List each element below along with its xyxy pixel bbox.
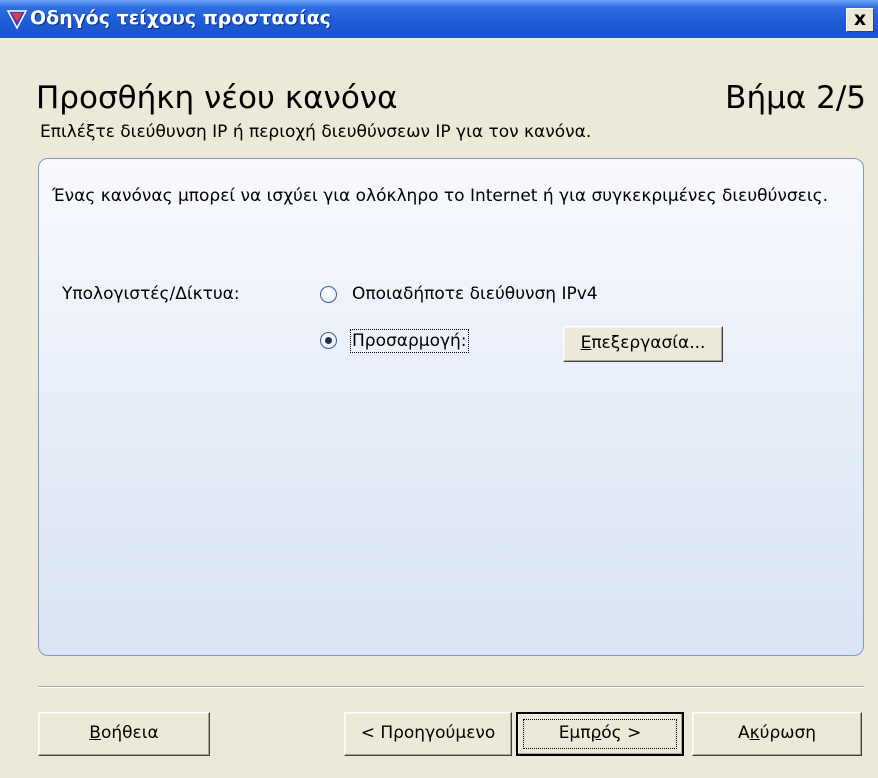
content-panel xyxy=(38,158,864,656)
cancel-button[interactable]: Ακύρωση xyxy=(692,712,862,756)
back-button[interactable]: < Προηγούμενο xyxy=(344,712,512,756)
close-icon: x xyxy=(853,8,867,30)
page-title: Προσθήκη νέου κανόνα xyxy=(36,80,398,116)
title-bar[interactable]: Οδηγός τείχους προστασίας x xyxy=(0,0,878,38)
next-button[interactable]: Εμπρός > xyxy=(516,712,684,756)
firewall-wizard-window: Οδηγός τείχους προστασίας x Προσθήκη νέο… xyxy=(0,0,878,778)
edit-button[interactable]: Επεξεργασία... xyxy=(563,326,723,362)
close-button[interactable]: x xyxy=(846,8,874,32)
radio-any-ipv4-label[interactable]: Οποιαδήποτε διεύθυνση IPv4 xyxy=(352,284,598,304)
radio-selected-dot xyxy=(325,337,332,344)
radio-any-ipv4[interactable] xyxy=(320,286,337,303)
panel-description: Ένας κανόνας μπορεί να ισχύει για ολόκλη… xyxy=(52,186,828,206)
firewall-wizard-icon xyxy=(6,10,28,30)
radio-custom-label[interactable]: Προσαρμογή: xyxy=(350,329,469,353)
footer-separator xyxy=(38,686,864,688)
step-indicator: Βήμα 2/5 xyxy=(725,80,866,116)
radio-custom[interactable] xyxy=(320,332,337,349)
page-subtitle: Επιλέξτε διεύθυνση IP ή περιοχή διευθύνσ… xyxy=(40,122,592,142)
help-button[interactable]: Βοήθεια xyxy=(38,712,210,756)
computers-networks-label: Υπολογιστές/Δίκτυα: xyxy=(62,284,240,304)
window-title: Οδηγός τείχους προστασίας xyxy=(30,7,331,29)
